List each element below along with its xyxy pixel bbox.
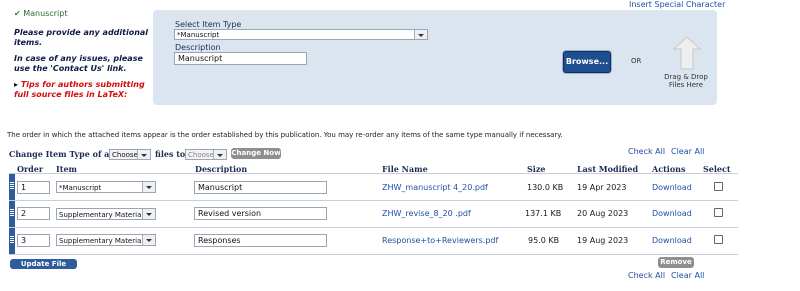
item-type-select[interactable]: Supplementary Material [56,208,156,220]
drag-drop-zone[interactable]: Drag & Drop Files Here [660,36,712,96]
drag-handle-icon[interactable] [9,201,15,227]
item-type-select[interactable]: *Manuscript [56,181,156,193]
table-row: 3 Supplementary Material Responses Respo… [9,228,738,254]
order-input[interactable]: 3 [17,234,50,247]
download-link[interactable]: Download [652,236,692,245]
issues-text: In case of any issues, please use the 'C… [14,54,143,73]
chevron-down-icon [142,209,155,219]
check-icon: ✔ [14,9,21,18]
file-name-link[interactable]: ZHW_revise_8_20 .pdf [382,209,471,218]
table-row: 2 Supplementary Material Revised version… [9,201,738,227]
status-text: Manuscript [23,9,68,18]
remove-button[interactable]: Remove [658,257,694,268]
clear-all-link-top[interactable]: Clear All [671,147,704,156]
insert-special-character-link[interactable]: Insert Special Character [629,0,725,9]
order-input[interactable]: 2 [17,207,50,220]
files-to-label: files to [155,149,186,159]
download-link[interactable]: Download [652,183,692,192]
drag-handle-icon[interactable] [9,228,15,254]
last-modified: 20 Aug 2023 [577,209,629,218]
triangle-right-icon: ▸ [14,80,19,89]
manuscript-status: ✔ Manuscript [14,9,68,18]
chevron-down-icon [142,235,155,245]
select-checkbox[interactable] [714,208,723,217]
item-type-select[interactable]: Supplementary Material [56,234,156,246]
drag-handle-icon[interactable] [9,174,15,200]
order-note: The order in which the attached items ap… [7,131,563,139]
order-input[interactable]: 1 [17,181,50,194]
instructions-text: Please provide any additional items. [14,28,149,47]
select-checkbox[interactable] [714,182,723,191]
select-checkbox[interactable] [714,235,723,244]
row-divider [9,254,738,255]
description-label: Description [175,43,221,52]
browse-button[interactable]: Browse... [563,51,611,73]
change-type-label: Change Item Type of all [9,149,116,159]
clear-all-link-bottom[interactable]: Clear All [671,271,704,280]
chevron-down-icon [137,150,150,159]
last-modified: 19 Apr 2023 [577,183,627,192]
file-size: 95.0 KB [528,236,560,245]
file-size: 130.0 KB [527,183,564,192]
latex-tips-link[interactable]: ▸ Tips for authors submitting full sourc… [14,80,145,100]
update-file-order-button[interactable]: Update File Order [10,259,77,278]
table-row: 1 *Manuscript Manuscript ZHW_manuscript … [9,174,738,200]
or-text: OR [631,57,642,65]
description-input[interactable]: Revised version [194,207,327,220]
item-type-label: Select Item Type [175,20,242,29]
file-size: 137.1 KB [525,209,562,218]
download-link[interactable]: Download [652,209,692,218]
chevron-down-icon [414,30,427,39]
chevron-down-icon [142,182,155,192]
check-all-link-top[interactable]: Check All [628,147,665,156]
change-to-select[interactable]: Choose [185,149,227,160]
description-input[interactable]: Manuscript [194,181,327,194]
last-modified: 19 Aug 2023 [577,236,629,245]
chevron-down-icon [213,150,226,159]
change-now-button[interactable]: Change Now [231,148,281,159]
item-type-select[interactable]: *Manuscript [174,29,428,40]
file-name-link[interactable]: Response+to+Reviewers.pdf [382,236,498,245]
upload-arrow-icon [673,36,701,70]
description-input[interactable]: Responses [194,234,327,247]
file-name-link[interactable]: ZHW_manuscript 4_20.pdf [382,183,488,192]
change-from-select[interactable]: Choose [109,149,151,160]
check-all-link-bottom[interactable]: Check All [628,271,665,280]
description-input[interactable]: Manuscript [174,52,307,65]
